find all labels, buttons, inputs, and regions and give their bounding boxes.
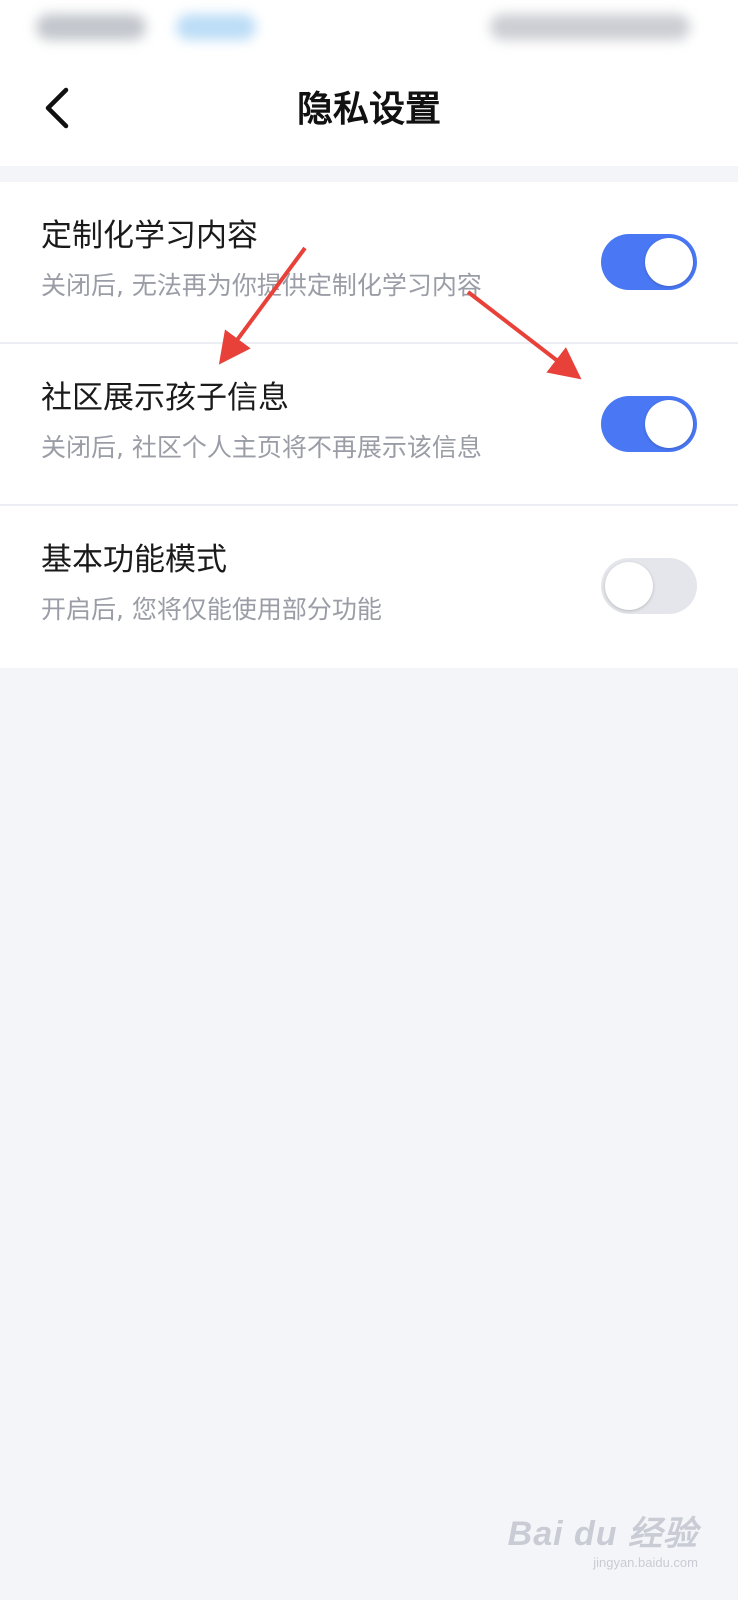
setting-title: 定制化学习内容 — [41, 218, 258, 254]
setting-title: 基本功能模式 — [41, 542, 227, 578]
toggle-knob — [645, 400, 693, 448]
setting-description: 关闭后, 无法再为你提供定制化学习内容 — [41, 271, 482, 300]
community-child-info-toggle[interactable] — [601, 396, 697, 452]
watermark-url: jingyan.baidu.com — [593, 1555, 698, 1570]
setting-description: 开启后, 您将仅能使用部分功能 — [41, 595, 382, 624]
status-bar — [0, 0, 738, 60]
status-left-blur — [36, 14, 146, 40]
watermark-logo: Bai du 经验 — [507, 1515, 698, 1553]
navigation-bar: 隐私设置 — [0, 60, 738, 166]
toggle-knob — [605, 562, 653, 610]
setting-row-basic-mode: 基本功能模式 开启后, 您将仅能使用部分功能 — [0, 506, 738, 668]
status-app-icons-blur — [176, 14, 256, 40]
settings-list: 定制化学习内容 关闭后, 无法再为你提供定制化学习内容 社区展示孩子信息 关闭后… — [0, 182, 738, 668]
basic-mode-toggle[interactable] — [601, 558, 697, 614]
status-right-blur — [490, 14, 690, 40]
setting-row-custom-learning: 定制化学习内容 关闭后, 无法再为你提供定制化学习内容 — [0, 182, 738, 344]
page-title: 隐私设置 — [296, 89, 441, 130]
setting-row-community-child-info: 社区展示孩子信息 关闭后, 社区个人主页将不再展示该信息 — [0, 344, 738, 506]
custom-learning-toggle[interactable] — [601, 234, 697, 290]
toggle-knob — [645, 238, 693, 286]
baidu-watermark: Bai du 经验 jingyan.baidu.com — [508, 1506, 698, 1570]
setting-description: 关闭后, 社区个人主页将不再展示该信息 — [41, 433, 482, 462]
setting-title: 社区展示孩子信息 — [41, 380, 289, 416]
